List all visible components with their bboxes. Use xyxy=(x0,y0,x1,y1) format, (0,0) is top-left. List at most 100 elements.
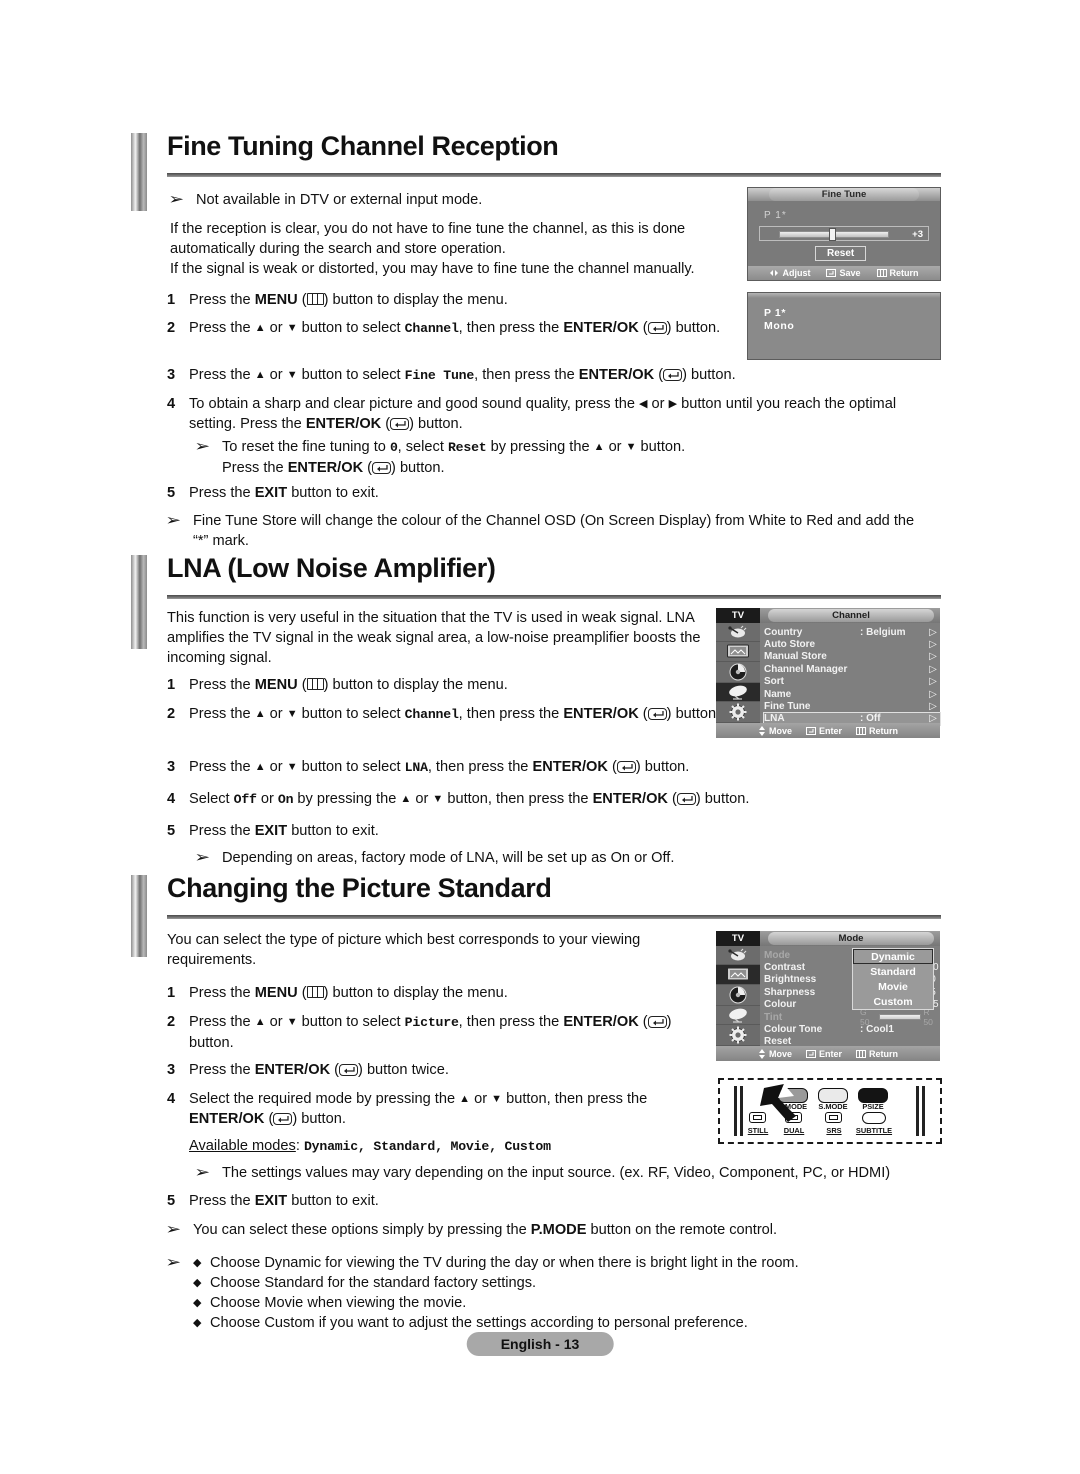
step-text-c: ) button to display the menu. xyxy=(323,292,508,308)
tint-slider-bar[interactable] xyxy=(879,1014,922,1021)
left-right-icon xyxy=(770,270,779,276)
setup-icon[interactable] xyxy=(716,1025,760,1046)
step-number: 4 xyxy=(167,791,176,807)
menu-row-fine-tune[interactable]: Fine Tune ▷ xyxy=(764,700,940,712)
code-reset: Reset xyxy=(447,440,487,455)
up-arrow-icon: ▲ xyxy=(593,441,605,453)
note-text: Not available in DTV or external input m… xyxy=(196,192,483,208)
list-item: ◆ Choose Movie when viewing the movie. xyxy=(193,1295,467,1311)
page-title: Changing the Picture Standard xyxy=(167,873,552,903)
chevron-right-icon: ▷ xyxy=(929,651,937,663)
picture-icon[interactable] xyxy=(716,965,760,985)
osd-mode-menu: TV Mode Mode: Contrast00 Brightness0 Sha… xyxy=(716,931,940,1061)
enter-icon xyxy=(826,269,837,277)
step-4: 4 To obtain a sharp and clear picture an… xyxy=(167,394,942,434)
menu-icon xyxy=(876,269,887,277)
dropdown-option-custom[interactable]: Custom xyxy=(853,994,933,1009)
enter-ok-label: ENTER/OK xyxy=(592,791,668,807)
still-label: STILL xyxy=(747,1126,769,1135)
osd-channel-menu: TV Channel Country: Belgium ▷ Auto Store ▷… xyxy=(716,608,941,738)
step-number: 3 xyxy=(167,367,176,383)
remote-control-diagram: P.MODE S.MODE PSIZE STILL DUAL SRS SUBTI… xyxy=(718,1078,942,1144)
enter-icon xyxy=(647,708,667,720)
step-1: 1 Press the MENU () button to display th… xyxy=(167,290,727,310)
enter-icon xyxy=(647,1016,667,1028)
down-arrow-icon: ▼ xyxy=(491,1093,503,1105)
enter-icon xyxy=(372,462,392,474)
footer-move: Move xyxy=(758,1048,792,1059)
subtitle-button[interactable] xyxy=(862,1112,886,1124)
menu-row-country[interactable]: Country: Belgium ▷ xyxy=(764,626,940,638)
setup-icon[interactable] xyxy=(716,702,760,723)
sound-icon[interactable] xyxy=(716,662,760,683)
step-text: Press the EXIT button to exit. xyxy=(189,483,379,503)
code-lna: LNA xyxy=(404,760,428,775)
enter-icon xyxy=(339,1064,359,1076)
up-down-icon xyxy=(758,725,765,736)
slider-knob[interactable] xyxy=(829,228,836,241)
chevron-right-icon: ▷ xyxy=(929,639,937,651)
note-mode-bullets: ➢ ◆ Choose Dynamic for viewing the TV dur… xyxy=(165,1253,927,1333)
menu-row-auto-store[interactable]: Auto Store ▷ xyxy=(764,638,940,650)
menu-title: Mode xyxy=(768,932,934,945)
menu-row-tint[interactable]: Tint G 50 R 50 xyxy=(764,1007,940,1027)
menu-row-manual-store[interactable]: Manual Store ▷ xyxy=(764,651,940,663)
dropdown-option-dynamic[interactable]: Dynamic xyxy=(853,949,933,964)
step-text-c: button to select xyxy=(297,367,405,383)
fine-tune-slider[interactable]: +3 xyxy=(759,226,929,241)
enter-icon xyxy=(676,793,696,805)
step-number: 5 xyxy=(167,485,176,501)
lna-step-4: 4 Select Off or On by pressing the ▲ or … xyxy=(167,789,937,810)
up-arrow-icon: ▲ xyxy=(400,793,412,805)
step-text: Select the required mode by pressing the… xyxy=(189,1091,648,1127)
note-text-g: ) button. xyxy=(391,460,445,476)
menu-footer: Move Enter Return xyxy=(716,1046,940,1061)
section-picture-standard: Changing the Picture Standard xyxy=(131,873,941,921)
dropdown-option-movie[interactable]: Movie xyxy=(853,979,933,994)
smode-button[interactable] xyxy=(818,1088,848,1103)
note-arrow-icon: ➢ xyxy=(194,849,211,866)
note-lna-factory-mode: ➢ Depending on areas, factory mode of LN… xyxy=(194,848,896,868)
osd-star: * xyxy=(781,210,787,221)
note-text-d: or xyxy=(604,439,626,455)
step-text: Press the ▲ or ▼ button to select LNA, t… xyxy=(189,759,690,775)
note-text-c: by pressing the xyxy=(486,439,594,455)
menu-row-sort[interactable]: Sort ▷ xyxy=(764,676,940,688)
mode-dropdown[interactable]: Dynamic Standard Movie Custom xyxy=(852,948,934,1010)
step-number: 2 xyxy=(167,706,176,722)
menu-row-colour-tone[interactable]: Colour Tone: Cool1 xyxy=(764,1023,940,1035)
step-text: Select Off or On by pressing the ▲ or ▼ … xyxy=(189,791,750,807)
heading-accent-tail xyxy=(131,601,147,649)
sound-icon[interactable] xyxy=(716,985,760,1006)
enter-icon xyxy=(616,761,636,773)
dropdown-option-standard[interactable]: Standard xyxy=(853,964,933,979)
menu-button-label: MENU xyxy=(254,677,298,693)
code-channel: Channel xyxy=(404,321,459,336)
menu-icon xyxy=(306,293,324,305)
menu-row-name[interactable]: Name ▷ xyxy=(764,688,940,700)
picture-step-4: 4 Select the required mode by pressing t… xyxy=(167,1089,687,1129)
satellite-icon[interactable] xyxy=(716,1006,760,1025)
antenna-icon[interactable] xyxy=(716,946,760,966)
step-3: 3 Press the ▲ or ▼ button to select Fine… xyxy=(167,365,937,386)
intro-paragraph-1: If the reception is clear, you do not ha… xyxy=(170,221,686,257)
footer-return: Return xyxy=(856,1049,898,1059)
down-arrow-icon: ▼ xyxy=(286,761,298,773)
step-number: 4 xyxy=(167,396,176,412)
antenna-icon[interactable] xyxy=(716,623,760,643)
psize-button[interactable] xyxy=(858,1088,888,1103)
reset-button[interactable]: Reset xyxy=(815,246,867,261)
menu-row-channel-manager[interactable]: Channel Manager ▷ xyxy=(764,663,940,675)
right-arrow-icon: ▶ xyxy=(668,398,678,410)
remote-rail-left xyxy=(734,1086,737,1136)
step-text-a: Press the xyxy=(189,485,255,501)
note-arrow-icon: ➢ xyxy=(165,1254,182,1271)
menu-button-label: MENU xyxy=(254,985,298,1001)
srs-button[interactable] xyxy=(825,1112,842,1123)
note-text: You can select these options simply by p… xyxy=(193,1222,778,1238)
satellite-icon[interactable] xyxy=(716,682,760,702)
note-arrow-icon: ➢ xyxy=(194,438,211,455)
heading-accent-bar xyxy=(131,555,147,601)
step-number: 1 xyxy=(167,292,176,308)
picture-icon[interactable] xyxy=(716,642,760,662)
